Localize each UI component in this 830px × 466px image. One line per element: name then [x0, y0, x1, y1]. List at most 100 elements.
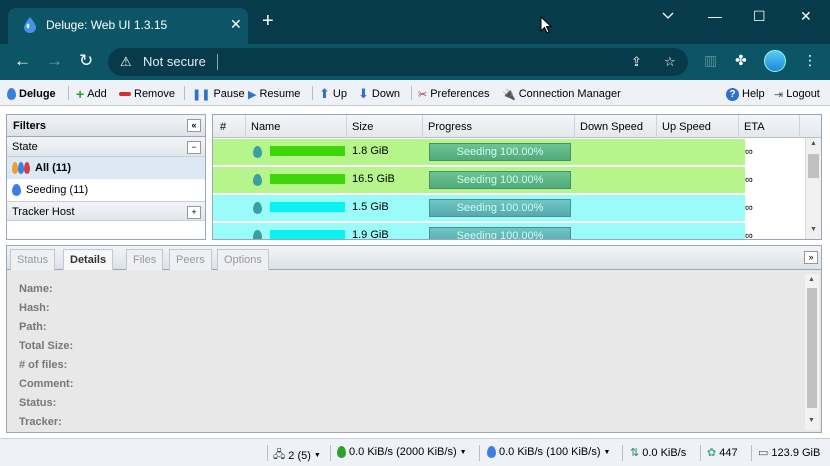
scroll-up-icon[interactable]: ▲	[808, 276, 815, 283]
extensions-puzzle-icon[interactable]: ✤	[735, 52, 747, 69]
browser-tab[interactable]: Deluge: Web UI 1.3.15 ✕	[8, 8, 248, 44]
minimize-button[interactable]: —	[708, 8, 722, 24]
state-collapse-button[interactable]: −	[187, 141, 201, 154]
dropdown-arrow-icon: ▼	[459, 448, 467, 456]
upload-speed-status[interactable]: 0.0 KiB/s (100 KiB/s) ▼	[487, 446, 610, 458]
new-tab-button[interactable]: +	[262, 11, 274, 31]
seeding-drop-icon	[253, 146, 262, 158]
scroll-thumb[interactable]	[808, 154, 819, 178]
reload-icon[interactable]: ↻	[79, 52, 93, 70]
size-cell: 1.9 GiB	[352, 229, 389, 240]
table-row[interactable]: 1.8 GiB Seeding 100.00%	[213, 139, 745, 165]
pause-icon: ❚❚	[192, 88, 211, 101]
connection-manager-button[interactable]: 🔌 Connection Manager	[502, 86, 621, 102]
tab-status[interactable]: Status	[10, 249, 56, 270]
tab-files[interactable]: Files	[126, 249, 164, 270]
tracker-section-header[interactable]: Tracker Host +	[7, 201, 205, 221]
table-row[interactable]: 1.9 GiB Seeding 100.00%	[213, 223, 745, 240]
pause-button[interactable]: ❚❚ Pause	[192, 86, 245, 102]
detail-label-path: Path:	[19, 321, 47, 333]
help-button[interactable]: ? Help	[726, 86, 765, 102]
filters-panel: Filters « State − All (11) Seeding (11) …	[6, 114, 206, 240]
arrow-down-icon: ⬇	[358, 86, 369, 101]
table-row[interactable]: 16.5 GiB Seeding 100.00%	[213, 167, 745, 193]
scroll-up-icon[interactable]: ▲	[810, 140, 817, 147]
column-header-up-speed[interactable]: Up Speed	[662, 121, 711, 133]
queue-up-button[interactable]: ⬆ Up	[319, 86, 347, 102]
toolbar-divider	[312, 86, 313, 100]
preferences-button[interactable]: ✂ Preferences	[418, 86, 490, 102]
add-button[interactable]: + Add	[76, 86, 107, 102]
browser-menu-icon[interactable]: ⋮	[803, 52, 817, 69]
tab-search-chevron-icon[interactable]	[662, 11, 674, 21]
tab-options[interactable]: Options	[217, 249, 269, 270]
detail-label-status: Status:	[19, 397, 57, 409]
download-drop-icon	[337, 446, 346, 458]
scroll-thumb[interactable]	[807, 288, 817, 408]
collapse-details-button[interactable]: »	[804, 251, 818, 264]
redacted-name	[270, 230, 345, 239]
column-header-eta[interactable]: ETA	[744, 121, 765, 133]
grid-scrollbar[interactable]: ▲ ▼	[805, 138, 821, 239]
minus-icon	[119, 92, 131, 96]
torrent-grid: # Name Size Progress Down Speed Up Speed…	[212, 114, 822, 240]
back-arrow-icon[interactable]: ←	[14, 52, 31, 70]
eta-cell: ∞	[745, 146, 753, 158]
state-section-header[interactable]: State −	[7, 137, 205, 157]
detail-label-hash: Hash:	[19, 302, 50, 314]
status-divider	[267, 445, 268, 461]
tools-icon: ✂	[418, 88, 428, 101]
tab-close-icon[interactable]: ✕	[230, 16, 242, 33]
logout-button[interactable]: ⇥ Logout	[774, 86, 820, 102]
column-header-name[interactable]: Name	[251, 121, 280, 133]
column-divider	[245, 115, 246, 138]
eta-cell: ∞	[745, 230, 753, 240]
dht-nodes-status: ✿ 447	[707, 446, 738, 460]
seeding-drop-icon	[253, 202, 262, 214]
tracker-expand-button[interactable]: +	[187, 206, 201, 219]
logout-icon: ⇥	[774, 88, 784, 101]
download-speed-status[interactable]: 0.0 KiB/s (2000 KiB/s) ▼	[337, 446, 467, 458]
collapse-filters-button[interactable]: «	[187, 119, 201, 132]
resume-button[interactable]: ▶ Resume	[248, 86, 300, 102]
share-icon[interactable]: ⇪	[631, 54, 642, 70]
warning-triangle-icon: ⚠	[120, 54, 132, 69]
scroll-down-icon[interactable]: ▼	[810, 226, 817, 233]
column-divider	[799, 115, 800, 138]
column-divider	[346, 115, 347, 138]
window-close-button[interactable]: ✕	[800, 8, 812, 25]
tab-peers[interactable]: Peers	[169, 249, 212, 270]
free-space-status: ▭ 123.9 GiB	[758, 446, 821, 460]
profile-avatar[interactable]	[764, 50, 786, 72]
address-input[interactable]: ⚠ Not secure ⇪ ☆	[108, 48, 688, 76]
column-divider	[738, 115, 739, 138]
filter-item-all[interactable]: All (11)	[7, 157, 205, 179]
bookmark-star-icon[interactable]: ☆	[664, 54, 676, 70]
column-header-size[interactable]: Size	[352, 121, 373, 133]
filter-item-seeding[interactable]: Seeding (11)	[7, 179, 205, 201]
column-divider	[422, 115, 423, 138]
network-computers-icon: 🖧	[273, 449, 286, 461]
scroll-down-icon[interactable]: ▼	[808, 417, 815, 424]
queue-down-button[interactable]: ⬇ Down	[358, 86, 400, 102]
status-divider	[622, 445, 623, 461]
remove-button[interactable]: Remove	[119, 86, 175, 102]
forward-arrow-icon[interactable]: →	[46, 52, 63, 70]
detail-label-name: Name:	[19, 283, 53, 295]
maximize-button[interactable]: ☐	[753, 8, 766, 25]
seeding-drop-icon	[253, 174, 262, 186]
column-header-index[interactable]: #	[220, 121, 226, 133]
details-scrollbar[interactable]: ▲ ▼	[805, 274, 819, 430]
column-header-down-speed[interactable]: Down Speed	[580, 121, 643, 133]
tab-details[interactable]: Details	[63, 249, 114, 270]
table-row[interactable]: 1.5 GiB Seeding 100.00%	[213, 195, 745, 221]
column-header-progress[interactable]: Progress	[428, 121, 472, 133]
deluge-favicon-icon	[24, 17, 36, 33]
connections-status[interactable]: 🖧 2 (5) ▼	[273, 446, 321, 465]
grid-header: # Name Size Progress Down Speed Up Speed…	[213, 115, 821, 138]
detail-label-total-size: Total Size:	[19, 340, 74, 352]
hard-drive-icon: ▭	[758, 447, 769, 459]
extension-barcode-icon[interactable]: ▥	[704, 52, 717, 69]
toolbar-divider	[184, 86, 185, 100]
size-cell: 1.5 GiB	[352, 201, 389, 213]
